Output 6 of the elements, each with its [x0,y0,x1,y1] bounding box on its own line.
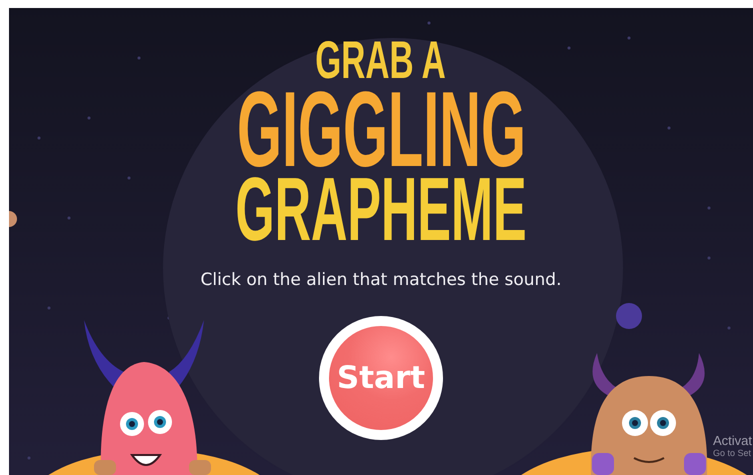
planet-icon [9,211,17,227]
instruction-text: Click on the alien that matches the sound. [200,270,562,290]
planet-icon [616,303,642,329]
title-text: GRAB A [316,34,446,87]
activation-notice-text: Go to Set [713,448,752,458]
activation-notice-heading: Activat [713,433,752,448]
